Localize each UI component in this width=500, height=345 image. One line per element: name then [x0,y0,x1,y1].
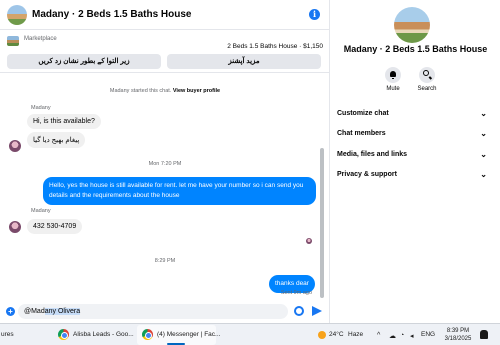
marketplace-label: Marketplace [24,36,57,42]
info-icon[interactable]: i [309,9,320,20]
wifi-icon[interactable]: ◔ [400,332,404,339]
weather-icon[interactable] [318,331,326,339]
taskbar-item-messenger[interactable]: (4) Messenger | Fac... [157,331,220,338]
sender-avatar[interactable] [9,221,21,233]
plus-icon[interactable]: + [6,307,15,316]
weather-condition[interactable]: Haze [348,331,363,338]
timestamp-divider: Mon 7:20 PM [148,161,182,167]
section-media-files-links[interactable]: Media, files and links ⌄ [337,150,487,165]
mention-highlight: any Olivera [44,308,81,315]
chat-started-notice: Madany started this chat. View buyer pro… [0,88,330,94]
notification-icon[interactable] [480,330,488,339]
composer: + @Madany Olivera [0,300,330,323]
search-label: Search [417,86,437,92]
message-scrollbar[interactable] [320,76,324,298]
chat-header: Madany · 2 Beds 1.5 Baths House i [0,0,330,30]
taskbar-item-fragment[interactable]: ures [1,331,14,338]
conversation-info-panel: Madany · 2 Beds 1.5 Baths House Mute Sea… [331,0,500,323]
message-input[interactable]: @Madany Olivera [18,304,288,319]
view-buyer-profile-link[interactable]: View buyer profile [173,88,220,94]
sender-name: Madany [31,105,51,111]
seen-avatar [306,238,312,244]
chat-pane: Madany · 2 Beds 1.5 Baths House i Market… [0,0,330,323]
mute-label: Mute [386,86,400,92]
timestamp-divider: 8:29 PM [154,258,176,264]
section-label: Media, files and links [337,151,408,158]
onedrive-icon[interactable]: ☁ [389,332,396,340]
sender-name: Madany [31,208,51,214]
emoji-icon[interactable] [294,306,304,316]
mark-pending-button[interactable]: زیر التوا کے بطور نشان زد کریں [7,54,161,69]
volume-icon[interactable]: ◂ [410,332,414,340]
section-privacy-support[interactable]: Privacy & support ⌄ [337,170,487,185]
section-customize-chat[interactable]: Customize chat ⌄ [337,109,487,124]
incoming-message[interactable]: 432 530-4709 [27,219,83,234]
search-button[interactable]: Search [412,67,442,92]
chevron-up-icon[interactable]: ^ [377,332,380,339]
clock-time: 8:39 PM [446,328,470,334]
language-indicator[interactable]: ENG [421,331,435,338]
sent-status: Sent 9m ago [280,290,312,296]
sender-avatar[interactable] [9,140,21,152]
more-options-button[interactable]: مزید آپشنز [167,54,321,69]
chrome-icon [58,329,69,340]
chevron-down-icon: ⌄ [480,129,487,138]
messenger-window: Madany · 2 Beds 1.5 Baths House i Market… [0,0,500,323]
chevron-down-icon: ⌄ [480,150,487,159]
clock[interactable]: 8:39 PM 3/18/2025 [440,327,476,343]
mute-button[interactable]: Mute [378,67,408,92]
section-label: Privacy & support [337,171,397,178]
chat-started-text: Madany started this chat. [109,88,172,94]
scrollbar-thumb[interactable] [320,148,324,298]
incoming-message[interactable]: Hi, is this available? [27,114,101,129]
listing-thumbnail[interactable] [7,36,19,46]
mention-text: @Mad [24,308,45,315]
marketplace-bar: Marketplace 2 Beds 1.5 Baths House · $1,… [0,31,330,73]
listing-avatar[interactable] [7,5,27,25]
chat-title[interactable]: Madany · 2 Beds 1.5 Baths House [32,9,192,20]
listing-summary[interactable]: 2 Beds 1.5 Baths House · $1,150 [227,43,323,50]
listing-photo[interactable] [394,7,430,43]
chevron-down-icon: ⌄ [480,170,487,179]
search-icon [419,67,435,83]
chevron-down-icon: ⌄ [480,109,487,118]
section-label: Chat members [337,130,386,137]
info-title: Madany · 2 Beds 1.5 Baths House [343,44,488,54]
section-chat-members[interactable]: Chat members ⌄ [337,129,487,144]
section-label: Customize chat [337,110,389,117]
outgoing-message[interactable]: Hello, yes the house is still available … [43,177,316,205]
clock-date: 3/18/2025 [444,336,472,342]
taskbar-item-alisba-leads[interactable]: Alisba Leads - Goo... [73,331,134,338]
chrome-icon [142,329,153,340]
send-icon[interactable] [312,306,322,316]
taskbar: ures Alisba Leads - Goo... (4) Messenger… [0,323,500,345]
weather-temperature[interactable]: 24°C [329,331,344,338]
bell-icon [385,67,401,83]
incoming-message[interactable]: پیغام بھیج دیا گیا [27,132,86,148]
message-list: Madany started this chat. View buyer pro… [0,74,330,300]
